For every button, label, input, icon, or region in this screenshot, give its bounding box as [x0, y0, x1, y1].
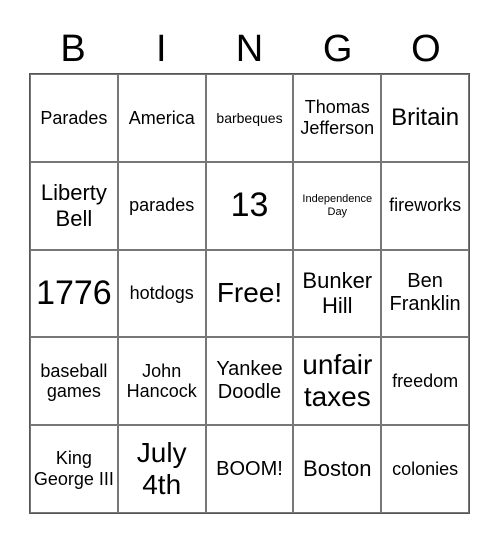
bingo-cell[interactable]: Boston	[293, 425, 382, 513]
bingo-cell[interactable]: Independence Day	[293, 161, 382, 250]
header-letter-g: G	[322, 28, 353, 70]
free-space[interactable]: Free!	[205, 249, 294, 338]
bingo-cell[interactable]: Britain	[381, 74, 469, 162]
bingo-cell[interactable]: Bunker Hill	[293, 249, 382, 338]
header-letter-o: O	[411, 28, 441, 70]
header-letter-i: I	[156, 28, 167, 70]
bingo-cell[interactable]: America	[117, 74, 206, 162]
bingo-cell[interactable]: unfair taxes	[293, 337, 382, 426]
bingo-header: B I N G O	[29, 26, 470, 72]
bingo-cell[interactable]: baseball games	[30, 337, 118, 426]
bingo-cell[interactable]: Thomas Jefferson	[293, 74, 382, 162]
bingo-cell[interactable]: freedom	[381, 337, 469, 426]
bingo-cell[interactable]: July 4th	[117, 425, 206, 513]
header-letter-b: B	[60, 28, 86, 70]
bingo-cell[interactable]: hotdogs	[117, 249, 206, 338]
bingo-cell[interactable]: barbeques	[205, 74, 294, 162]
bingo-cell[interactable]: King George III	[30, 425, 118, 513]
bingo-cell[interactable]: colonies	[381, 425, 469, 513]
bingo-cell[interactable]: Yankee Doodle	[205, 337, 294, 426]
bingo-cell[interactable]: fireworks	[381, 161, 469, 250]
bingo-cell[interactable]: BOOM!	[205, 425, 294, 513]
bingo-cell[interactable]: Liberty Bell	[30, 161, 118, 250]
bingo-card: Parades America barbeques Thomas Jeffers…	[29, 73, 470, 514]
bingo-cell[interactable]: Ben Franklin	[381, 249, 469, 338]
bingo-cell[interactable]: parades	[117, 161, 206, 250]
header-letter-n: N	[235, 28, 264, 70]
bingo-cell[interactable]: 13	[205, 161, 294, 250]
bingo-cell[interactable]: Parades	[30, 74, 118, 162]
bingo-cell[interactable]: 1776	[30, 249, 118, 338]
bingo-cell[interactable]: John Hancock	[117, 337, 206, 426]
